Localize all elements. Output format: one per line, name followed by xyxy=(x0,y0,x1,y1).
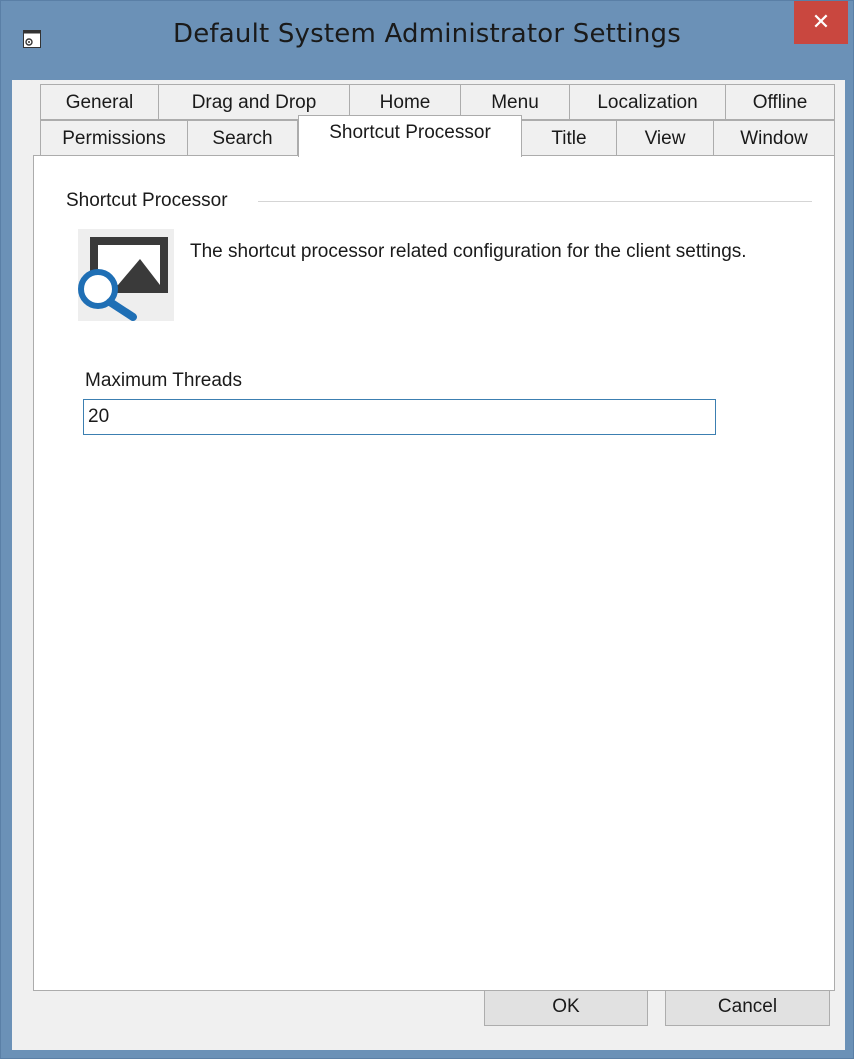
tab-title[interactable]: Title xyxy=(521,120,617,156)
group-divider xyxy=(258,201,812,202)
cancel-button[interactable]: Cancel xyxy=(665,987,830,1026)
max-threads-input[interactable]: 20 xyxy=(83,399,716,435)
tab-offline[interactable]: Offline xyxy=(725,84,835,120)
tab-localization[interactable]: Localization xyxy=(569,84,726,120)
tab-window[interactable]: Window xyxy=(713,120,835,156)
ok-button[interactable]: OK xyxy=(484,987,648,1026)
title-bar[interactable]: Default System Administrator Settings ✕ xyxy=(1,1,853,81)
tab-view[interactable]: View xyxy=(616,120,714,156)
max-threads-label: Maximum Threads xyxy=(85,370,242,391)
tab-search[interactable]: Search xyxy=(187,120,298,156)
tab-shortcut-processor[interactable]: Shortcut Processor xyxy=(298,115,522,157)
window-title: Default System Administrator Settings xyxy=(172,19,682,49)
tab-permissions[interactable]: Permissions xyxy=(40,120,188,156)
tab-general[interactable]: General xyxy=(40,84,159,120)
close-button[interactable]: ✕ xyxy=(794,1,848,44)
group-title: Shortcut Processor xyxy=(66,190,228,211)
section-description: The shortcut processor related configura… xyxy=(190,241,747,262)
image-search-icon xyxy=(78,229,174,321)
close-icon: ✕ xyxy=(811,10,831,35)
